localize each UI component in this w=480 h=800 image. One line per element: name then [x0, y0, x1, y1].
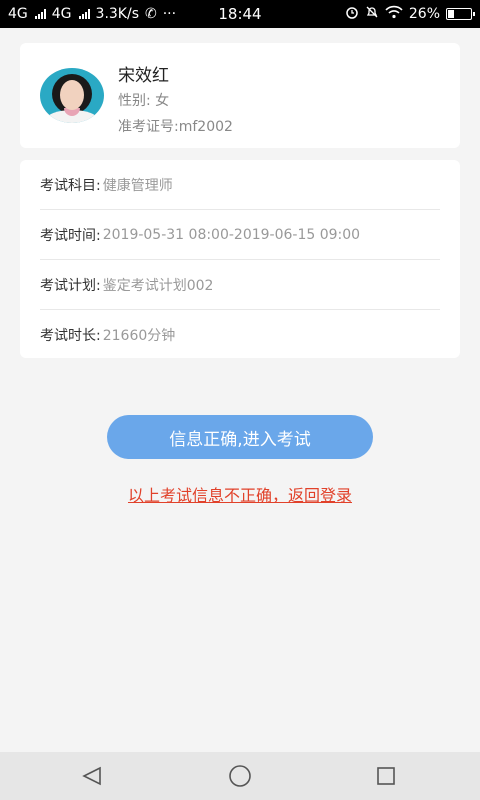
back-to-login-link[interactable]: 以上考试信息不正确，返回登录 [0, 482, 480, 506]
exam-info-card: 考试科目: 健康管理师 考试时间: 2019-05-31 08:00-2019-… [20, 160, 460, 358]
signal-icon-2 [78, 9, 90, 19]
exam-time-value: 2019-05-31 08:00-2019-06-15 09:00 [102, 226, 361, 243]
battery-icon [446, 8, 475, 20]
candidate-ticket-number: 准考证号:mf2002 [118, 119, 233, 135]
more-notifications: ··· [162, 6, 177, 22]
profile-card: 宋效红 性别: 女 准考证号:mf2002 [20, 43, 460, 148]
back-icon[interactable] [62, 752, 122, 800]
exam-duration-row: 考试时长: 21660分钟 [40, 310, 440, 360]
enter-exam-button[interactable]: 信息正确,进入考试 [107, 415, 373, 459]
network-speed: 3.3K/s [95, 6, 139, 22]
exam-time-row: 考试时间: 2019-05-31 08:00-2019-06-15 09:00 [40, 210, 440, 260]
exam-subject-row: 考试科目: 健康管理师 [40, 160, 440, 210]
status-right: 26% [345, 5, 475, 23]
home-icon[interactable] [210, 752, 270, 800]
avatar [40, 68, 104, 123]
candidate-gender: 性别: 女 [118, 93, 170, 109]
alarm-icon [345, 5, 359, 23]
exam-subject-label: 考试科目: [40, 177, 101, 194]
network-label-2: 4G [51, 6, 72, 22]
mute-icon [365, 5, 379, 23]
battery-percent: 26% [408, 6, 440, 22]
phone-icon: ✆ [145, 6, 157, 22]
exam-plan-label: 考试计划: [40, 277, 101, 294]
exam-subject-value: 健康管理师 [102, 177, 173, 194]
wifi-icon [385, 5, 403, 23]
status-left: 4G 4G 3.3K/s ✆ ··· [8, 6, 176, 22]
candidate-name: 宋效红 [118, 66, 169, 86]
system-nav-bar [0, 752, 480, 800]
exam-plan-row: 考试计划: 鉴定考试计划002 [40, 260, 440, 310]
exam-plan-value: 鉴定考试计划002 [102, 277, 214, 294]
exam-duration-label: 考试时长: [40, 328, 101, 344]
network-label-1: 4G [8, 6, 28, 22]
recents-icon[interactable] [356, 752, 416, 800]
exam-duration-value: 21660分钟 [102, 328, 176, 344]
signal-icon [34, 9, 46, 19]
status-bar: 4G 4G 3.3K/s ✆ ··· 18:44 26% [0, 0, 480, 28]
exam-time-label: 考试时间: [40, 227, 101, 244]
